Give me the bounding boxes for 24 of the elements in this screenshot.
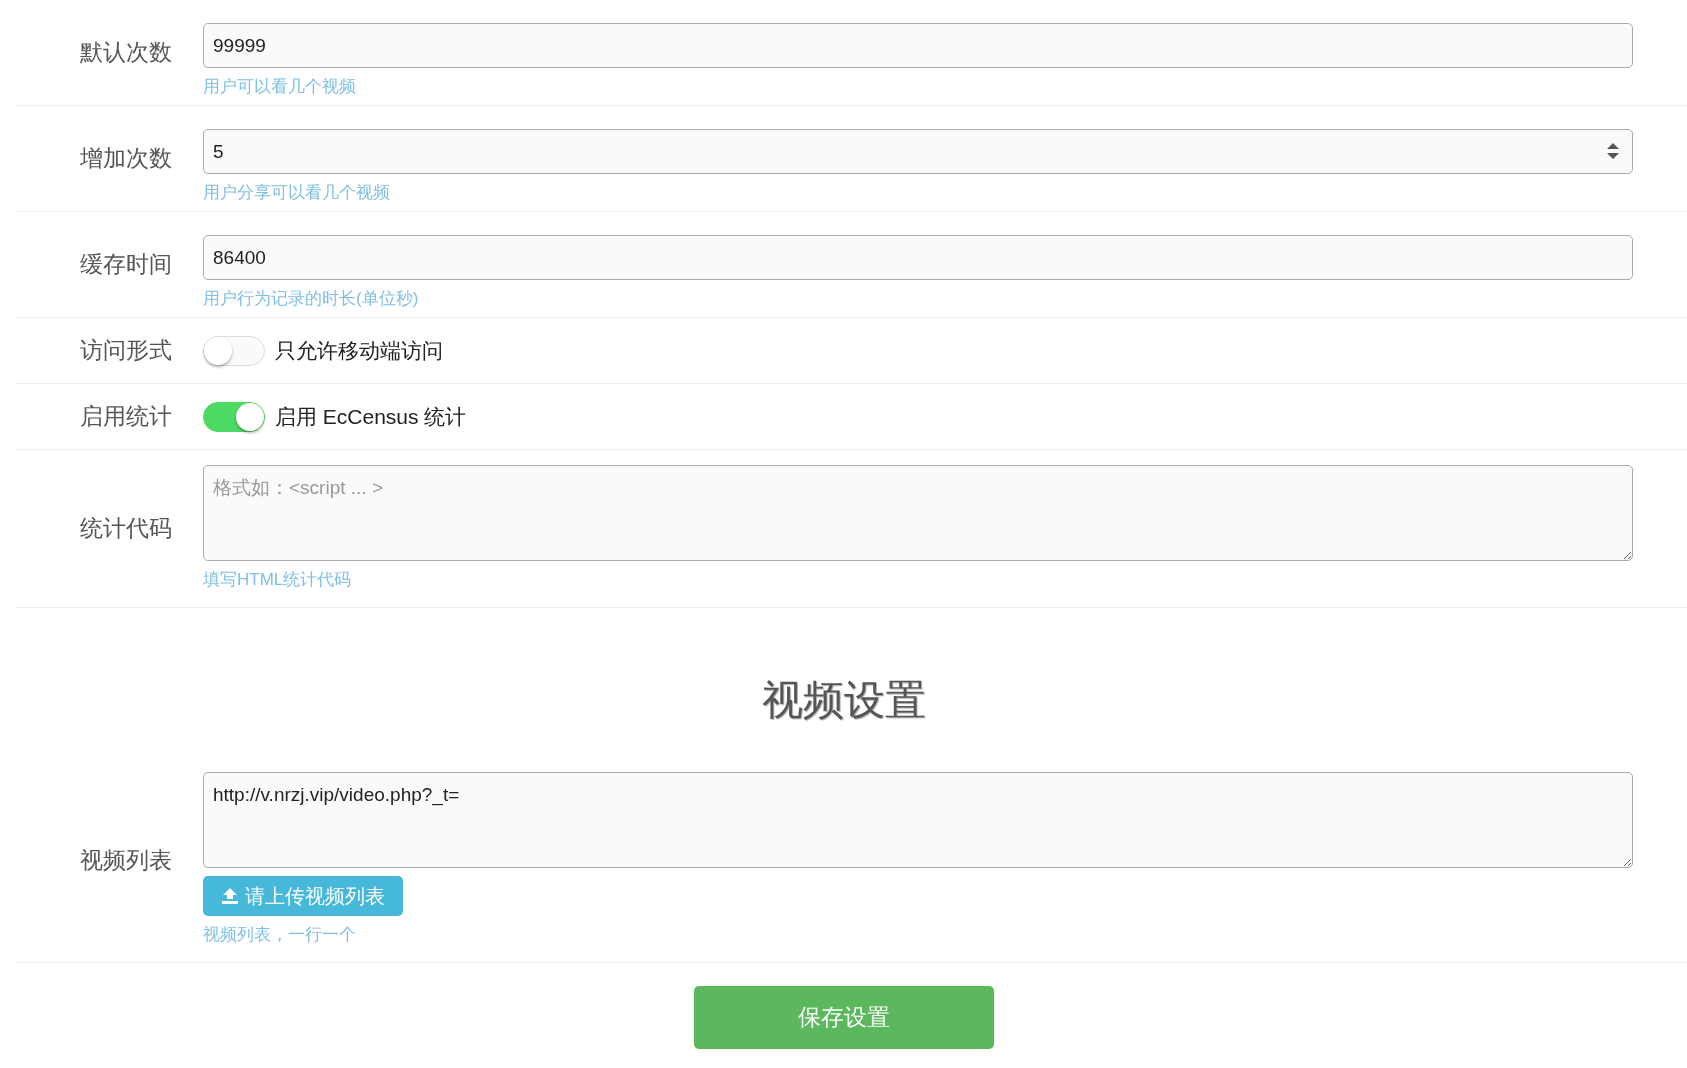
field-hint: 用户可以看几个视频 [203,76,357,98]
field-label: 默认次数 [79,38,172,68]
toggle-switch[interactable] [203,335,265,366]
section-heading: 视频设置 [761,675,926,725]
field-label: 视频列表 [79,846,172,876]
spinner-icon[interactable] [1605,141,1621,161]
field-label: 缓存时间 [79,250,172,280]
number-field[interactable]: 5 [203,129,1633,174]
switch-caption: 启用 EcCensus 统计 [275,403,467,430]
upload-icon [221,887,239,905]
field-label: 增加次数 [79,144,172,174]
field-label: 统计代码 [79,514,172,544]
field-label: 访问形式 [79,336,172,366]
field-hint: 视频列表，一行一个 [203,924,357,946]
switch-caption: 只允许移动端访问 [275,337,443,364]
field-hint: 填写HTML统计代码 [203,569,353,591]
text-field[interactable]: 99999 [203,23,1633,68]
code-textarea[interactable]: 格式如：<script ... > [203,465,1633,561]
video-list-textarea[interactable]: http://v.nrzj.vip/video.php?_t= [203,772,1633,868]
field-hint: 用户行为记录的时长(单位秒) [203,288,420,310]
field-label: 启用统计 [79,402,172,432]
toggle-switch[interactable] [203,401,265,432]
field-hint: 用户分享可以看几个视频 [203,182,391,204]
text-field[interactable]: 86400 [203,235,1633,280]
